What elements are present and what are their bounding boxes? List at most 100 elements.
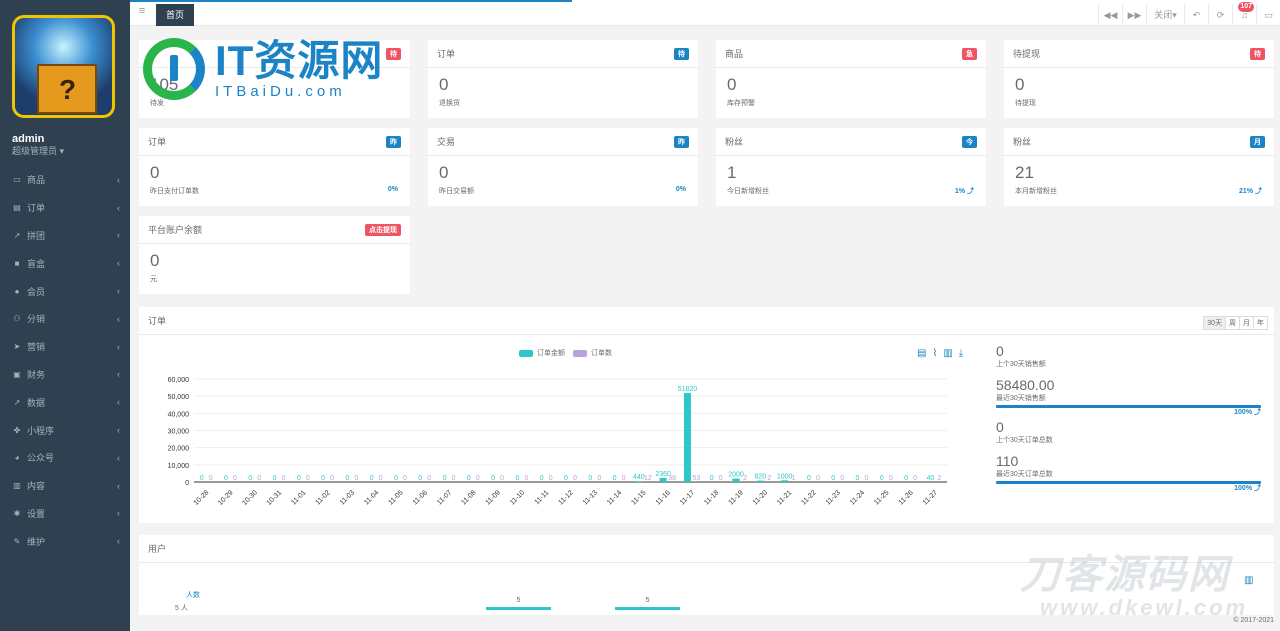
back-icon[interactable]: ↶ bbox=[1184, 4, 1208, 26]
data-label: 53 bbox=[693, 475, 701, 482]
sidebar-item-5[interactable]: ⚇ 分销 ‹ bbox=[0, 305, 130, 333]
send-icon: ➤ bbox=[13, 342, 21, 352]
stat-card[interactable]: 平台账户余额 点击提现 0 元 bbox=[139, 216, 410, 294]
sidebar-item-7[interactable]: ▣ 财务 ‹ bbox=[0, 361, 130, 389]
order-icon: ▤ bbox=[13, 203, 21, 213]
stat-value: 58480.00 bbox=[996, 377, 1055, 393]
notification-badge: 107 bbox=[1238, 2, 1254, 12]
sidebar-item-0[interactable]: ▭ 商品 ‹ bbox=[0, 166, 130, 194]
stat-progress-bar bbox=[996, 405, 1261, 408]
x-tick-label: 11-18 bbox=[703, 489, 720, 506]
box-icon: ■ bbox=[14, 258, 20, 268]
chevron-left-icon: ‹ bbox=[117, 174, 120, 185]
y-tick-label: 30,000 bbox=[168, 429, 190, 436]
sidebar-item-6[interactable]: ➤ 营销 ‹ bbox=[0, 333, 130, 361]
chevron-left-icon: ‹ bbox=[117, 258, 120, 269]
card-title: 粉丝 bbox=[1013, 137, 1032, 147]
data-label: 0 bbox=[403, 475, 407, 482]
data-label: 0 bbox=[710, 475, 714, 482]
sidebar-item-label: 会员 bbox=[27, 286, 46, 297]
range-1[interactable]: 周 bbox=[1225, 316, 1240, 330]
sidebar-item-11[interactable]: ▥ 内容 ‹ bbox=[0, 472, 130, 500]
sidebar-item-8[interactable]: ↗ 数据 ‹ bbox=[0, 388, 130, 416]
card-tag: 今 bbox=[962, 135, 977, 148]
close-tabs-dropdown[interactable]: 关闭▾ bbox=[1146, 4, 1184, 26]
data-label: 0 bbox=[418, 475, 422, 482]
data-label: 0 bbox=[540, 475, 544, 482]
x-tick-label: 11-23 bbox=[825, 489, 842, 506]
card-title: 待提现 bbox=[1013, 49, 1041, 59]
menu-toggle-icon[interactable]: ≡ bbox=[134, 5, 150, 21]
bar-chart-icon[interactable]: ▥ bbox=[1244, 575, 1253, 586]
data-label: 0 bbox=[524, 475, 528, 482]
sidebar-item-2[interactable]: ↗ 拼团 ‹ bbox=[0, 222, 130, 250]
x-tick-label: 10-29 bbox=[217, 489, 235, 507]
chart-icon: ↗ bbox=[13, 230, 21, 240]
data-label: 0 bbox=[573, 475, 577, 482]
data-label: 0 bbox=[865, 475, 869, 482]
card-title: 订单 bbox=[437, 49, 456, 59]
refresh-icon[interactable]: ⟳ bbox=[1208, 4, 1232, 26]
data-label: 0 bbox=[500, 475, 504, 482]
range-0[interactable]: 30天 bbox=[1203, 316, 1226, 330]
stat-card[interactable]: 待提现 待 0 待提现 bbox=[1004, 40, 1274, 118]
stat-card[interactable]: 订单 昨 0 昨日支付订单数 0% bbox=[139, 128, 410, 206]
stat-card[interactable]: 订单 待 0 退换货 bbox=[428, 40, 698, 118]
user-bar bbox=[486, 607, 551, 610]
range-3[interactable]: 年 bbox=[1253, 316, 1268, 330]
stat-label: 最近30天销售额 bbox=[996, 395, 1046, 402]
sidebar-item-3[interactable]: ■ 盲盒 ‹ bbox=[0, 249, 130, 277]
bar-label: 5 bbox=[516, 597, 521, 604]
data-label: 40 bbox=[926, 475, 934, 482]
x-tick-label: 11-24 bbox=[849, 489, 866, 506]
sidebar-item-9[interactable]: ✤ 小程序 ‹ bbox=[0, 416, 130, 444]
data-label: 12 bbox=[644, 475, 652, 482]
user-role-dropdown[interactable]: 超级管理员 ▾ bbox=[12, 144, 64, 157]
data-label: 0 bbox=[549, 475, 553, 482]
stat-value: 0 bbox=[996, 343, 1004, 359]
chevron-left-icon: ‹ bbox=[117, 202, 120, 213]
x-tick-label: 11-02 bbox=[315, 489, 332, 506]
tab-home[interactable]: 首页 bbox=[156, 4, 195, 26]
sidebar: ? admin 超级管理员 ▾ ▭ 商品 ‹ ▤ 订单 ‹ ↗ 拼团 ‹ ■ 盲盒 ‹ ● 会员 ‹ ⚇ 分销 ‹… bbox=[0, 0, 130, 631]
data-label: 0 bbox=[282, 475, 286, 482]
card-subtitle: 待提现 bbox=[1015, 100, 1036, 107]
data-label: 0 bbox=[306, 475, 310, 482]
x-tick-label: 11-09 bbox=[485, 489, 502, 506]
sidebar-item-13[interactable]: ✎ 维护 ‹ bbox=[0, 527, 130, 555]
data-label: 0 bbox=[209, 475, 213, 482]
data-label: 0 bbox=[394, 475, 398, 482]
card-value: 1 bbox=[727, 163, 737, 182]
range-2[interactable]: 月 bbox=[1239, 316, 1254, 330]
bar bbox=[732, 478, 740, 482]
stat-card[interactable]: 交易 昨 0 昨日交易额 0% bbox=[428, 128, 698, 206]
monitor-icon: ▭ bbox=[13, 175, 21, 185]
avatar[interactable]: ? bbox=[12, 15, 115, 118]
tab-next-icon[interactable]: ▶▶ bbox=[1122, 4, 1146, 26]
card-subtitle: 今日新增粉丝 bbox=[727, 188, 769, 195]
stat-card[interactable]: 粉丝 今 1 今日新增粉丝 1% ⤴ bbox=[716, 128, 986, 206]
x-tick-label: 11-27 bbox=[922, 489, 939, 506]
line-chart-icon: ↗ bbox=[13, 397, 21, 407]
x-tick-label: 11-16 bbox=[655, 489, 672, 506]
data-label: 0 bbox=[564, 475, 568, 482]
sidebar-item-4[interactable]: ● 会员 ‹ bbox=[0, 277, 130, 305]
card-percent: 0% bbox=[387, 186, 398, 193]
chevron-left-icon: ‹ bbox=[117, 230, 120, 241]
range-selector: 30天周月年 bbox=[1203, 316, 1268, 330]
summary-stat: 0 上个30天订单总数 bbox=[996, 419, 1261, 445]
stat-value: 0 bbox=[996, 419, 1004, 435]
stat-card[interactable]: 粉丝 月 21 本月新增粉丝 21% ⤴ bbox=[1004, 128, 1274, 206]
x-tick-label: 11-01 bbox=[290, 489, 307, 506]
sidebar-item-12[interactable]: ✱ 设置 ‹ bbox=[0, 500, 130, 528]
download-icon[interactable]: ⤓ bbox=[959, 348, 963, 359]
stat-label: 上个30天销售额 bbox=[996, 361, 1046, 368]
tab-prev-icon[interactable]: ◀◀ bbox=[1098, 4, 1122, 26]
bell-icon[interactable]: ♫ 107 bbox=[1232, 2, 1256, 26]
sidebar-item-10[interactable]: ◕ 公众号 ‹ bbox=[0, 444, 130, 472]
sidebar-item-1[interactable]: ▤ 订单 ‹ bbox=[0, 194, 130, 222]
fullscreen-icon[interactable]: ▭ bbox=[1256, 4, 1280, 26]
gear-icon: ✱ bbox=[13, 508, 21, 518]
stat-card[interactable]: 商品 急 0 库存预警 bbox=[716, 40, 986, 118]
card-tag: 昨 bbox=[386, 135, 401, 148]
